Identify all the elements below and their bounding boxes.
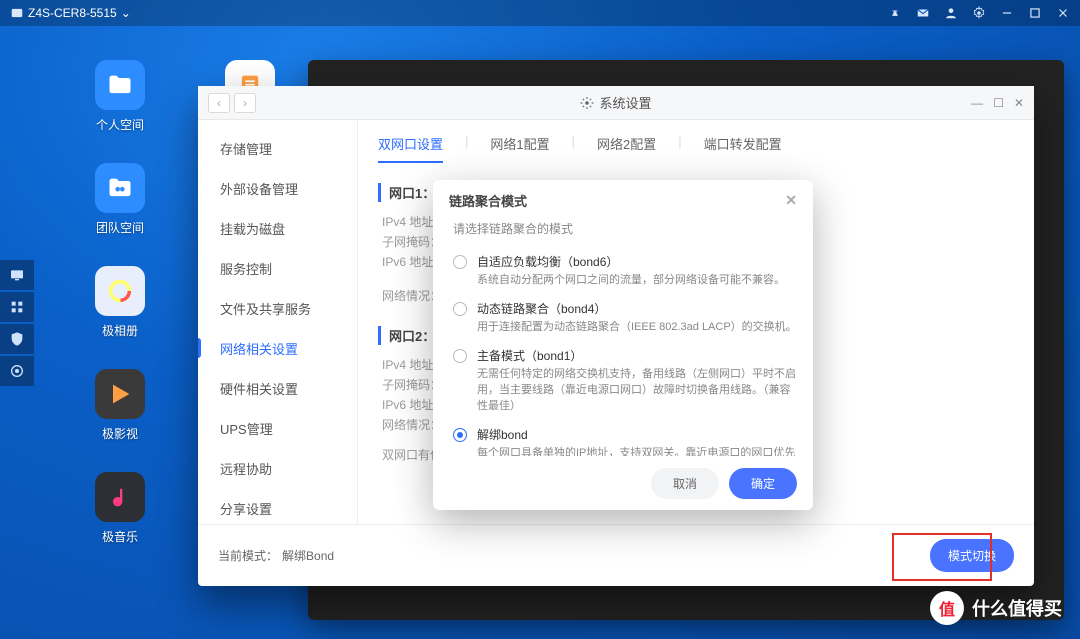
dock-shield[interactable] [0,324,34,354]
dialog-close-icon[interactable]: ✕ [785,192,797,209]
bond-mode-dialog: 链路聚合模式 ✕ 请选择链路聚合的模式 自适应负载均衡（bond6） 系统自动分… [433,180,813,510]
option-unbond-desc: 每个网口具备单独的IP地址，支持双网关。靠近电源口的网口优先级更高，PT，迅雷等… [477,445,797,456]
dialog-cancel-button[interactable]: 取消 [651,468,719,499]
menu-fileshare[interactable]: 文件及共享服务 [198,288,357,328]
minimize-icon[interactable] [1000,6,1014,20]
device-name-dropdown[interactable]: Z4S-CER8-5515 ⌄ [10,6,131,20]
desktop-icon-team[interactable]: 团队空间 [80,163,160,236]
dialog-prompt: 请选择链路聚合的模式 [453,220,797,237]
desktop-icon-personal[interactable]: 个人空间 [80,60,160,133]
option-bond1[interactable]: 主备模式（bond1） 无需任何特定的网络交换机支持，备用线路（左侧网口）平时不… [453,341,797,420]
dock-monitor[interactable] [0,260,34,290]
settings-bottom-bar: 当前模式： 解绑Bond 模式切换 [198,524,1034,586]
desktop-icon-photo[interactable]: 极相册 [80,266,160,339]
dialog-ok-button[interactable]: 确定 [729,468,797,499]
menu-ups[interactable]: UPS管理 [198,408,357,448]
hostname: Z4S-CER8-5515 [28,6,117,20]
desktop-icon-video[interactable]: 极影视 [80,369,160,442]
menu-hardware[interactable]: 硬件相关设置 [198,368,357,408]
menu-services[interactable]: 服务控制 [198,248,357,288]
option-bond6-title: 自适应负载均衡（bond6） [477,253,785,270]
menu-network[interactable]: 网络相关设置 [198,328,357,368]
maximize-icon[interactable] [1028,6,1042,20]
menu-external[interactable]: 外部设备管理 [198,168,357,208]
watermark-text: 什么值得买 [972,595,1062,621]
window-minimize[interactable]: — [971,96,983,110]
watermark-badge-icon: 值 [930,591,964,625]
option-bond4-title: 动态链路聚合（bond4） [477,300,797,317]
option-bond1-desc: 无需任何特定的网络交换机支持，备用线路（左侧网口）平时不启用，当主要线路（靠近电… [477,366,797,414]
window-close[interactable]: ✕ [1014,96,1024,110]
dock-gear[interactable] [0,356,34,386]
device-icon [10,6,24,20]
tab-net2[interactable]: 网络2配置 [597,134,656,163]
option-unbond-title: 解绑bond [477,426,797,443]
mode-switch-button[interactable]: 模式切换 [930,539,1014,572]
user-icon[interactable] [944,6,958,20]
dock-grid[interactable] [0,292,34,322]
network-icon[interactable] [888,6,902,20]
option-bond4[interactable]: 动态链路聚合（bond4） 用于连接配置为动态链路聚合（IEEE 802.3ad… [453,294,797,341]
tab-portfwd[interactable]: 端口转发配置 [704,134,782,163]
radio-bond4[interactable] [453,302,467,316]
desktop-icon-music[interactable]: 极音乐 [80,472,160,545]
option-bond1-title: 主备模式（bond1） [477,347,797,364]
gear-icon[interactable] [972,6,986,20]
mail-icon[interactable] [916,6,930,20]
menu-storage[interactable]: 存储管理 [198,128,357,168]
settings-titlebar: ‹ › 系统设置 — ☐ ✕ [198,86,1034,120]
settings-tabs: 双网口设置 | 网络1配置 | 网络2配置 | 端口转发配置 [378,134,1014,163]
tab-net1[interactable]: 网络1配置 [490,134,549,163]
current-mode-label: 当前模式： [218,547,278,564]
close-icon[interactable] [1056,6,1070,20]
option-bond6-desc: 系统自动分配两个网口之间的流量，部分网络设备可能不兼容。 [477,272,785,288]
settings-title: 系统设置 [599,93,651,112]
dialog-title: 链路聚合模式 [449,191,527,210]
settings-sidebar: 存储管理 外部设备管理 挂载为磁盘 服务控制 文件及共享服务 网络相关设置 硬件… [198,120,358,524]
option-bond4-desc: 用于连接配置为动态链路聚合（IEEE 802.3ad LACP）的交换机。 [477,319,797,335]
chevron-down-icon: ⌄ [121,6,131,20]
option-bond6[interactable]: 自适应负载均衡（bond6） 系统自动分配两个网口之间的流量，部分网络设备可能不… [453,247,797,294]
menu-remote[interactable]: 远程协助 [198,448,357,488]
tab-dual-nic[interactable]: 双网口设置 [378,134,443,163]
menu-mount[interactable]: 挂载为磁盘 [198,208,357,248]
left-dock [0,260,34,386]
top-bar: Z4S-CER8-5515 ⌄ [0,0,1080,26]
settings-title-icon [580,96,594,110]
watermark: 值 什么值得买 [930,591,1062,625]
option-unbond[interactable]: 解绑bond 每个网口具备单独的IP地址，支持双网关。靠近电源口的网口优先级更高… [453,420,797,456]
radio-bond1[interactable] [453,349,467,363]
menu-share[interactable]: 分享设置 [198,488,357,528]
radio-bond6[interactable] [453,255,467,269]
current-mode-value: 解绑Bond [282,547,334,564]
window-maximize[interactable]: ☐ [993,96,1004,110]
radio-unbond[interactable] [453,428,467,442]
